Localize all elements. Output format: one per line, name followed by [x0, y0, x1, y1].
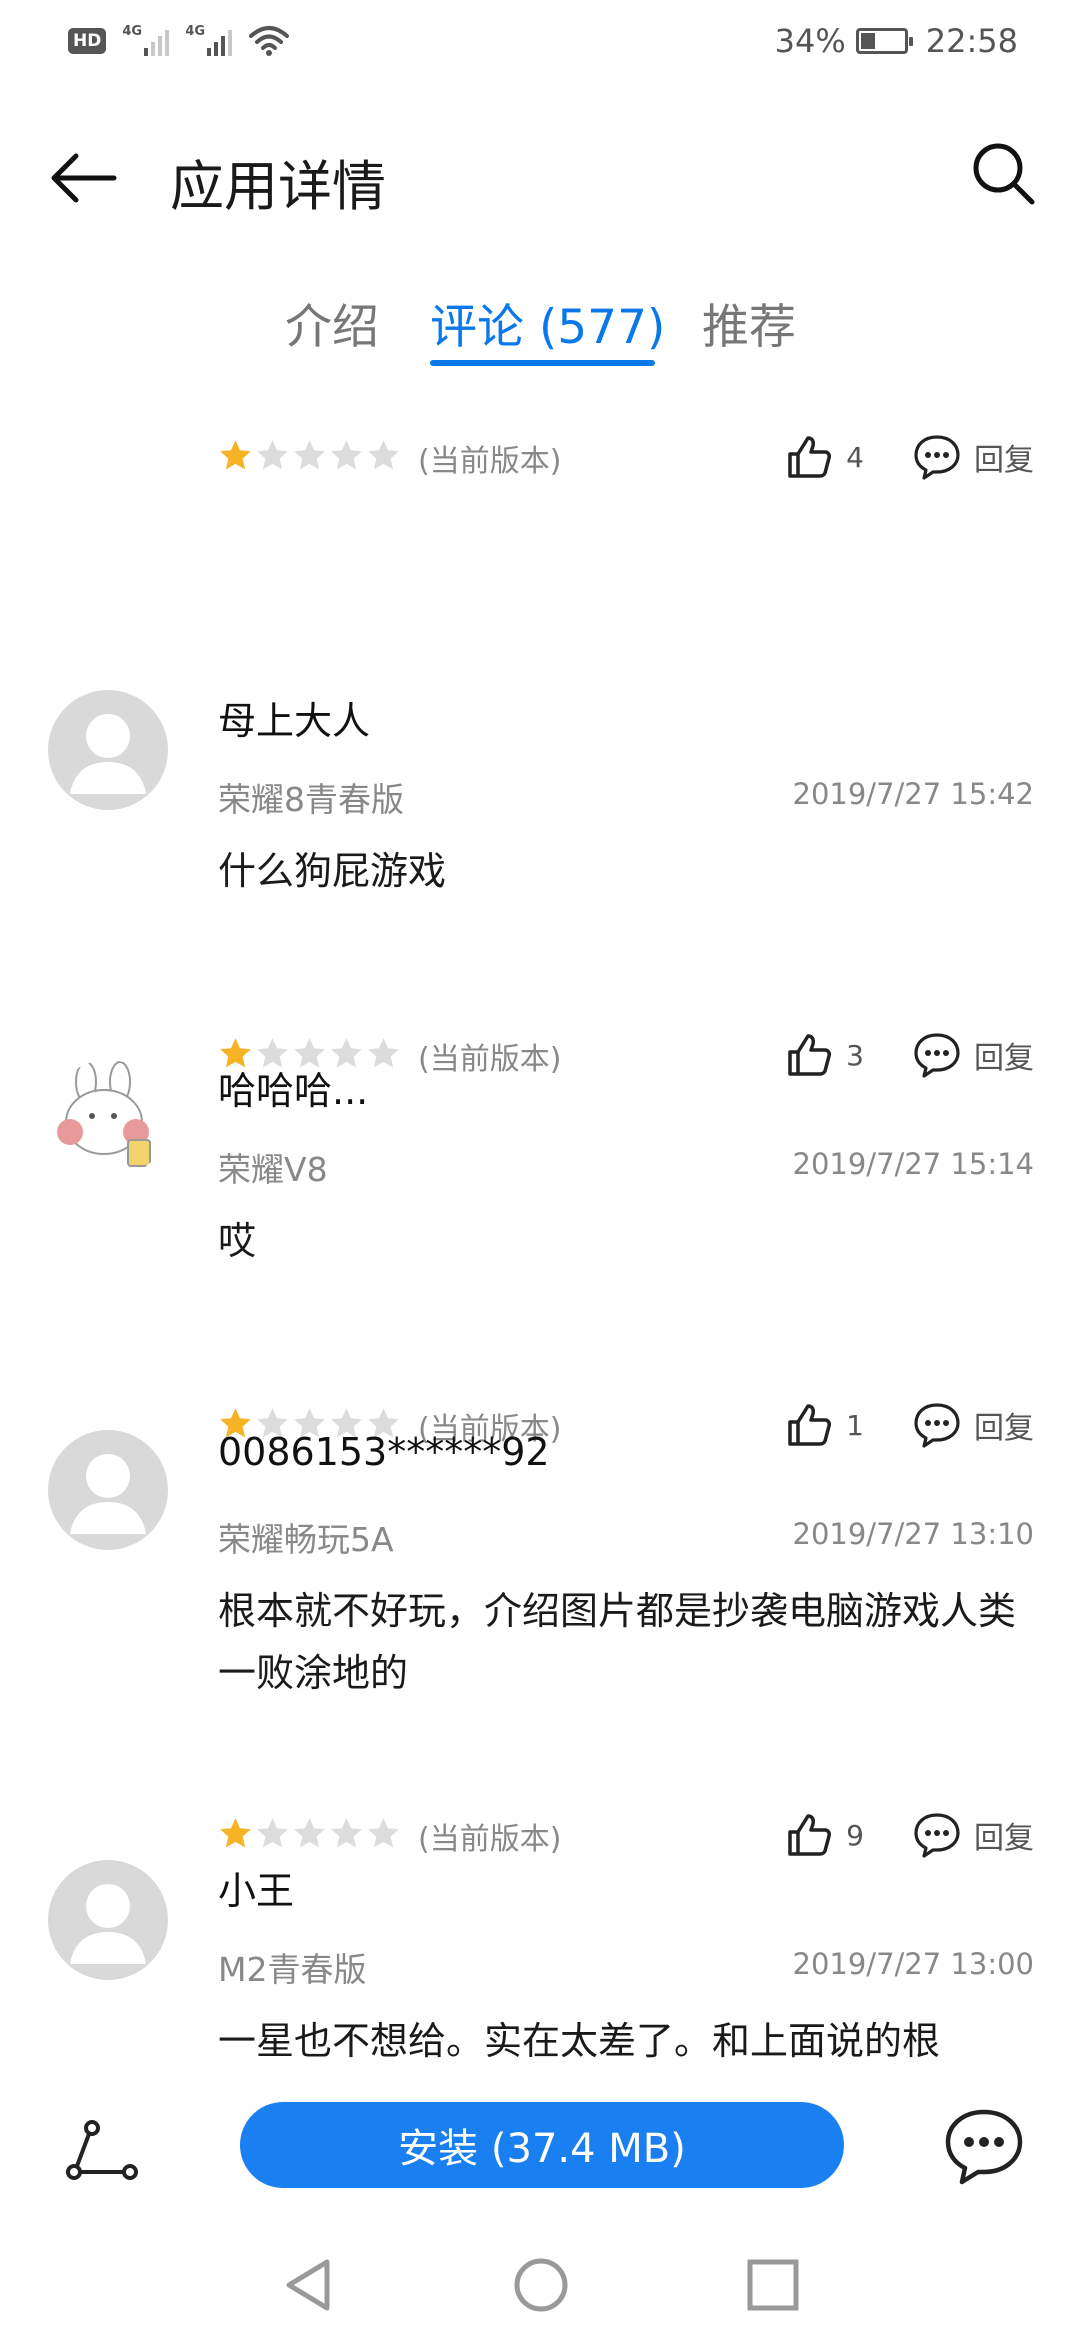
reply-button[interactable]: 回复	[912, 1810, 1034, 1860]
like-button[interactable]: 4	[784, 432, 864, 482]
review-time: 2019/7/27 13:00	[792, 1947, 1035, 1981]
reply-label: 回复	[974, 1821, 1034, 1856]
review-username: 0086153******92	[218, 1430, 550, 1474]
hd-badge: HD	[68, 28, 107, 54]
review-rating-row: (当前版本) 4 回复	[218, 432, 1034, 482]
bottom-action-bar: 安装 (37.4 MB)	[0, 2070, 1080, 2230]
review-item[interactable]: 0086153******92 荣耀畅玩5A 2019/7/27 13:10 根本就不…	[0, 1430, 1080, 1858]
review-list[interactable]: 荣耀畅玩62019/7/27 16:22一点也不好玩╯︿╰(当前版本)4回复母上…	[0, 380, 1080, 2070]
avatar[interactable]	[48, 1060, 168, 1180]
avatar[interactable]	[48, 1860, 168, 1980]
nav-home-icon	[514, 2258, 568, 2312]
battery-percent: 34%	[774, 22, 846, 60]
review-time: 2019/7/27 15:42	[792, 777, 1035, 811]
default-avatar-icon	[70, 714, 146, 794]
avatar[interactable]	[48, 1430, 168, 1550]
star-empty-icon	[257, 440, 288, 470]
back-button[interactable]	[44, 138, 124, 218]
star-empty-icon	[331, 440, 362, 470]
like-count: 4	[846, 440, 864, 474]
thumbs-up-icon	[788, 436, 832, 478]
star-empty-icon	[368, 1818, 399, 1848]
thumbs-up-icon	[788, 1814, 832, 1856]
review-content: 什么狗屁游戏	[218, 849, 447, 893]
review-device: 荣耀8青春版	[218, 780, 404, 819]
page-title: 应用详情	[170, 155, 386, 218]
review-item[interactable]: 哈哈哈... 荣耀V8 2019/7/27 15:14 哎 (当前版本) 1 回复	[0, 1060, 1080, 1460]
review-item[interactable]: 小王 M2青春版 2019/7/27 13:00 一星也不想给。实在太差了。和上面说的…	[0, 1860, 1080, 2070]
star-empty-icon	[331, 1818, 362, 1848]
star-empty-icon	[368, 440, 399, 470]
comment-icon	[914, 435, 960, 480]
tab-recommend[interactable]: 推荐	[702, 288, 796, 357]
star-empty-icon	[294, 1818, 325, 1848]
star-rating	[218, 1816, 401, 1851]
search-button[interactable]	[964, 134, 1044, 214]
tab-reviews[interactable]: 评论 (577)	[430, 288, 665, 357]
review-content: 根本就不好玩，介绍图片都是抄袭电脑游戏人类一败涂地的	[218, 1589, 1017, 1695]
chat-icon	[945, 2109, 1023, 2185]
review-version: (当前版本)	[418, 1822, 562, 1857]
comment-icon	[914, 1813, 960, 1858]
install-button[interactable]: 安装 (37.4 MB)	[240, 2102, 844, 2188]
star-filled-icon	[220, 440, 251, 470]
avatar[interactable]	[48, 690, 168, 810]
star-filled-icon	[220, 1818, 251, 1848]
share-icon	[66, 2120, 138, 2180]
review-device: 荣耀畅玩5A	[218, 1520, 394, 1559]
clock: 22:58	[925, 22, 1018, 60]
reply-button[interactable]: 回复	[912, 432, 1034, 482]
review-rating-row: (当前版本) 9 回复	[218, 1810, 1034, 1860]
review-device: M2青春版	[218, 1950, 367, 1989]
default-avatar-icon	[70, 1454, 146, 1534]
review-item[interactable]: 荣耀畅玩62019/7/27 16:22一点也不好玩╯︿╰(当前版本)4回复	[0, 380, 1080, 640]
status-bar: HD 4G 4G 34% 22:58	[0, 0, 1080, 90]
review-username: 哈哈哈...	[218, 1069, 369, 1113]
review-item[interactable]: 母上大人 荣耀8青春版 2019/7/27 15:42 什么狗屁游戏 (当前版本) 3 回复	[0, 690, 1080, 1090]
review-version: (当前版本)	[418, 444, 562, 479]
tab-intro[interactable]: 介绍	[285, 288, 379, 357]
bunny-avatar-icon	[57, 1061, 151, 1167]
share-button[interactable]	[62, 2110, 142, 2190]
nav-back-icon	[286, 2259, 330, 2311]
star-empty-icon	[257, 1818, 288, 1848]
signal-icon-2: 4G	[185, 24, 233, 56]
star-rating	[218, 438, 401, 473]
review-device: 荣耀V8	[218, 1150, 328, 1189]
review-time: 2019/7/27 13:10	[792, 1517, 1035, 1551]
system-nav-bar	[0, 2230, 1080, 2340]
battery-icon	[855, 28, 913, 54]
tab-indicator	[430, 360, 655, 366]
like-count: 9	[846, 1818, 864, 1852]
review-username: 母上大人	[218, 699, 371, 743]
nav-back-button[interactable]	[275, 2250, 345, 2320]
review-time: 2019/7/27 15:14	[792, 1147, 1035, 1181]
wifi-icon	[249, 26, 290, 56]
app-bar: 应用详情	[0, 90, 1080, 260]
reply-label: 回复	[974, 443, 1034, 478]
nav-recents-icon	[747, 2259, 799, 2311]
search-icon	[973, 143, 1035, 205]
chat-button[interactable]	[942, 2104, 1026, 2188]
star-empty-icon	[294, 440, 325, 470]
nav-recents-button[interactable]	[738, 2250, 808, 2320]
tab-bar: 介绍 评论 (577) 推荐	[0, 270, 1080, 380]
like-button[interactable]: 9	[784, 1810, 864, 1860]
arrow-left-icon	[51, 153, 117, 203]
review-content: 一星也不想给。实在太差了。和上面说的根	[218, 2019, 941, 2063]
review-content: 哎	[218, 1219, 257, 1263]
default-avatar-icon	[70, 1884, 146, 1964]
review-username: 小王	[218, 1869, 295, 1913]
nav-home-button[interactable]	[506, 2250, 576, 2320]
signal-icon-1: 4G	[122, 24, 170, 56]
